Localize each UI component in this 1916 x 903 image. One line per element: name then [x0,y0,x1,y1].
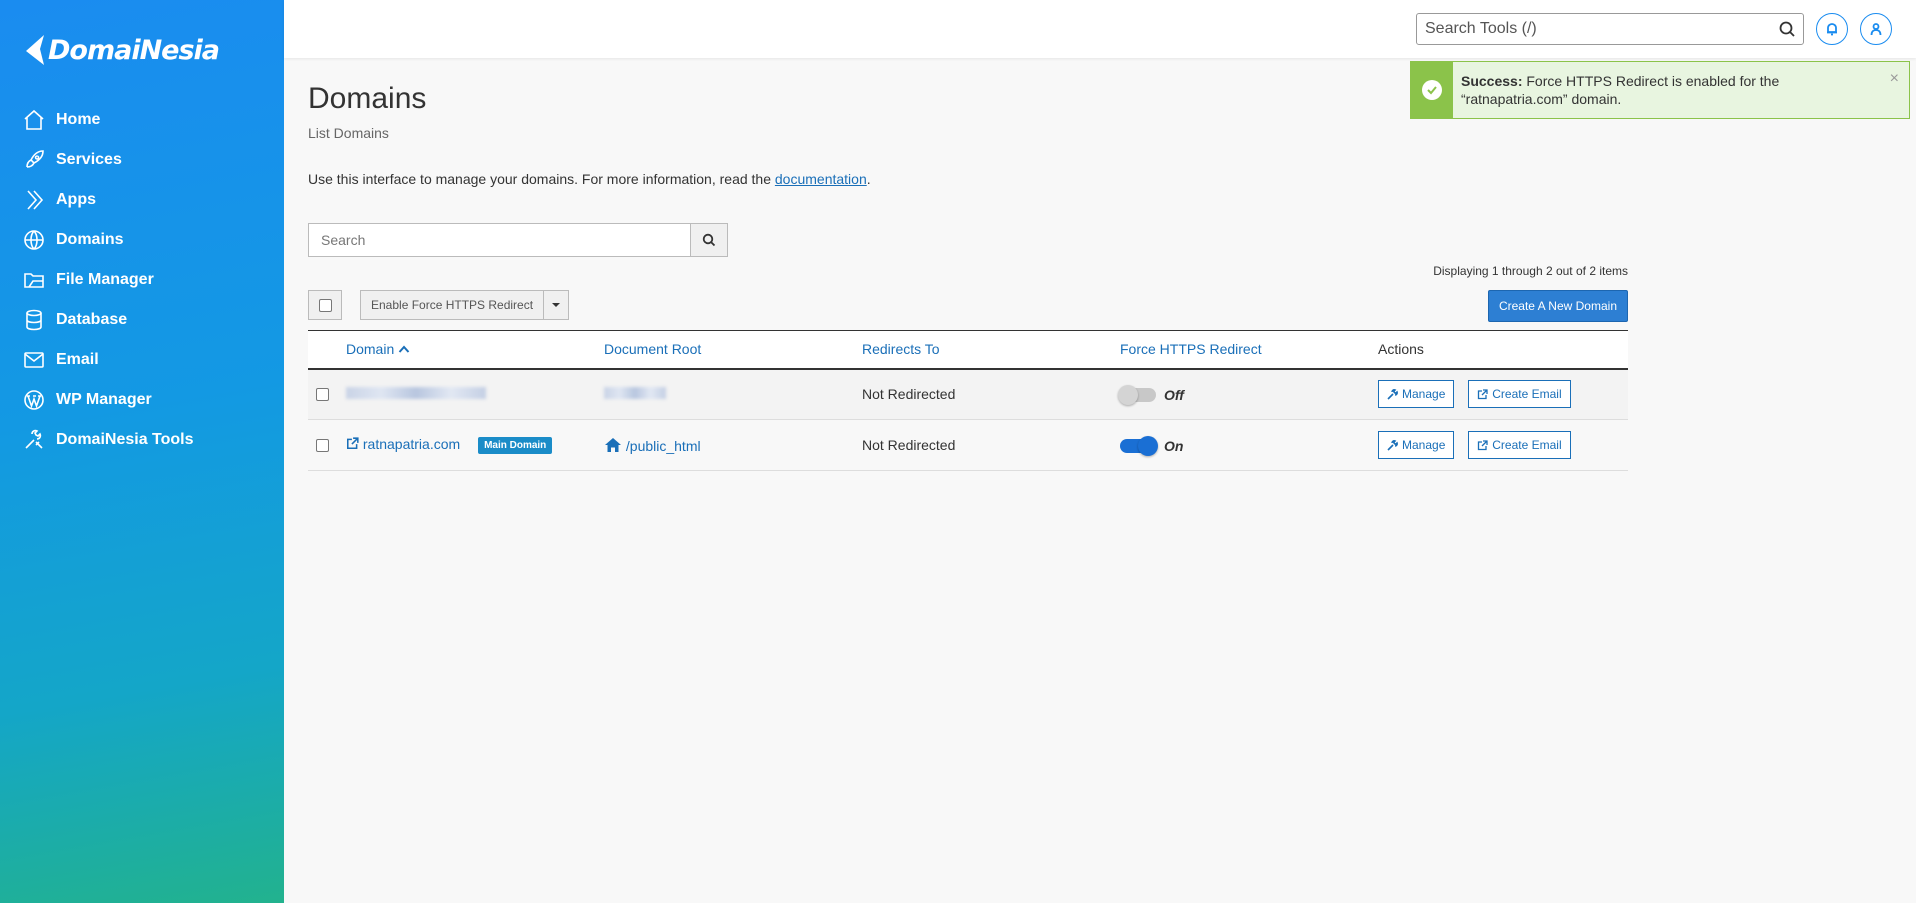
search-tools-field[interactable] [1416,13,1804,45]
sidebar-item-label: File Manager [56,271,154,288]
user-icon [1870,23,1882,36]
check-circle-icon [1422,80,1442,100]
toggle-label: Off [1164,386,1184,403]
logo-text: DomaiNesia [48,34,220,66]
force-https-toggle[interactable]: Off [1118,384,1184,405]
document-root-link[interactable]: /public_html [626,438,701,454]
sidebar-item-domains[interactable]: Domains [0,220,284,260]
rocket-icon [26,150,44,168]
table-row: Not Redirected Off Manage Create Email [308,368,1628,420]
redirects-cell: Not Redirected [862,386,956,403]
sidebar-item-label: Services [56,151,122,168]
table-row: ratnapatria.com Main Domain /public_html… [308,419,1628,471]
sidebar-item-apps[interactable]: Apps [0,180,284,220]
wordpress-icon [24,390,44,410]
success-alert: Success: Force HTTPS Redirect is enabled… [1410,61,1910,119]
table-header-row: Domain Document Root Redirects To Force … [308,330,1628,369]
domain-search [308,223,728,257]
mail-icon [24,352,44,368]
manage-button[interactable]: Manage [1378,380,1455,409]
redirects-cell: Not Redirected [862,437,956,453]
sidebar-item-services[interactable]: Services [0,140,284,180]
sidebar-item-label: Home [56,111,101,128]
sidebar-item-home[interactable]: Home [0,100,284,140]
sidebar-item-email[interactable]: Email [0,340,284,380]
header-actions: Actions [1378,341,1424,358]
page-title: Domains [308,82,427,115]
home-icon [24,109,44,130]
main-domain-badge: Main Domain [478,436,553,454]
sort-ascending-icon [398,345,410,353]
file-manager-icon [24,273,44,288]
apps-icon [27,190,44,210]
actions-cell: Manage Create Email [1378,369,1628,420]
manage-button[interactable]: Manage [1378,431,1455,459]
document-root-cell: /public_html [604,420,862,471]
create-domain-button[interactable]: Create A New Domain [1487,290,1628,322]
sidebar-item-file-manager[interactable]: File Manager [0,260,284,300]
header-force-https[interactable]: Force HTTPS Redirect [1120,331,1378,369]
notifications-button[interactable] [1816,13,1848,45]
sidebar-item-label: Apps [56,191,96,208]
sidebar-item-wp-manager[interactable]: WP Manager [0,380,284,420]
domain-search-input[interactable] [308,223,690,257]
logo[interactable]: DomaiNesia [24,30,220,70]
sidebar-nav: Home Services Apps Domains File Manager … [0,100,284,460]
force-https-cell: On [1120,420,1378,471]
force-https-toggle[interactable]: On [1120,435,1184,456]
search-button[interactable] [690,223,728,257]
header-redirects-to[interactable]: Redirects To [862,331,1120,369]
document-root-cell [604,369,862,420]
external-link-icon [1478,439,1488,450]
domain-link[interactable]: ratnapatria.com [363,436,460,452]
sidebar-item-label: Domains [56,231,124,248]
sidebar-item-label: DomaiNesia Tools [56,431,194,448]
actions-cell: Manage Create Email [1378,420,1628,471]
external-link-icon [347,437,359,450]
logo-mark-icon [26,35,44,65]
sidebar: DomaiNesia Home Services Apps Domains Fi… [0,0,284,903]
domain-cell [346,369,604,420]
redacted-document-root[interactable] [604,387,666,400]
search-icon [702,233,716,247]
documentation-link[interactable]: documentation [775,171,867,187]
chevron-down-icon[interactable] [544,291,568,319]
home-icon [605,437,621,452]
wrench-icon [1387,388,1398,400]
tools-icon [25,429,43,449]
search-icon[interactable] [1778,20,1796,38]
row-checkbox[interactable] [316,387,329,401]
alert-title: Success: [1461,73,1523,89]
search-tools-input[interactable] [1417,14,1757,44]
user-profile-button[interactable] [1860,13,1892,45]
header-domain[interactable]: Domain [346,331,604,369]
pagination-info: Displaying 1 through 2 out of 2 items [1433,264,1628,278]
force-https-cell: Off [1118,369,1378,420]
toggle-label: On [1164,437,1184,454]
intro-text: Use this interface to manage your domain… [308,171,871,187]
bell-icon [1827,23,1837,36]
sidebar-item-label: Email [56,351,99,368]
create-email-button[interactable]: Create Email [1468,380,1571,409]
external-link-icon [1478,389,1488,399]
alert-message: Success: Force HTTPS Redirect is enabled… [1453,62,1853,118]
create-email-button[interactable]: Create Email [1468,431,1571,459]
domains-table: Domain Document Root Redirects To Force … [308,330,1628,471]
sidebar-item-domainesia-tools[interactable]: DomaiNesia Tools [0,420,284,460]
sidebar-item-label: Database [56,311,128,328]
wrench-icon [1387,439,1398,451]
sidebar-item-database[interactable]: Database [0,300,284,340]
redacted-domain[interactable] [346,387,486,400]
bulk-action-dropdown[interactable]: Enable Force HTTPS Redirect [360,290,570,320]
database-icon [26,309,42,331]
select-all-checkbox[interactable] [308,290,342,320]
close-icon[interactable]: × [1890,70,1899,88]
header-document-root[interactable]: Document Root [604,331,862,369]
page-subtitle: List Domains [308,125,389,141]
row-checkbox[interactable] [316,438,329,452]
globe-icon [24,230,44,250]
bulk-action-label[interactable]: Enable Force HTTPS Redirect [361,291,545,319]
domain-cell: ratnapatria.com Main Domain [346,420,604,471]
sidebar-item-label: WP Manager [56,391,152,408]
